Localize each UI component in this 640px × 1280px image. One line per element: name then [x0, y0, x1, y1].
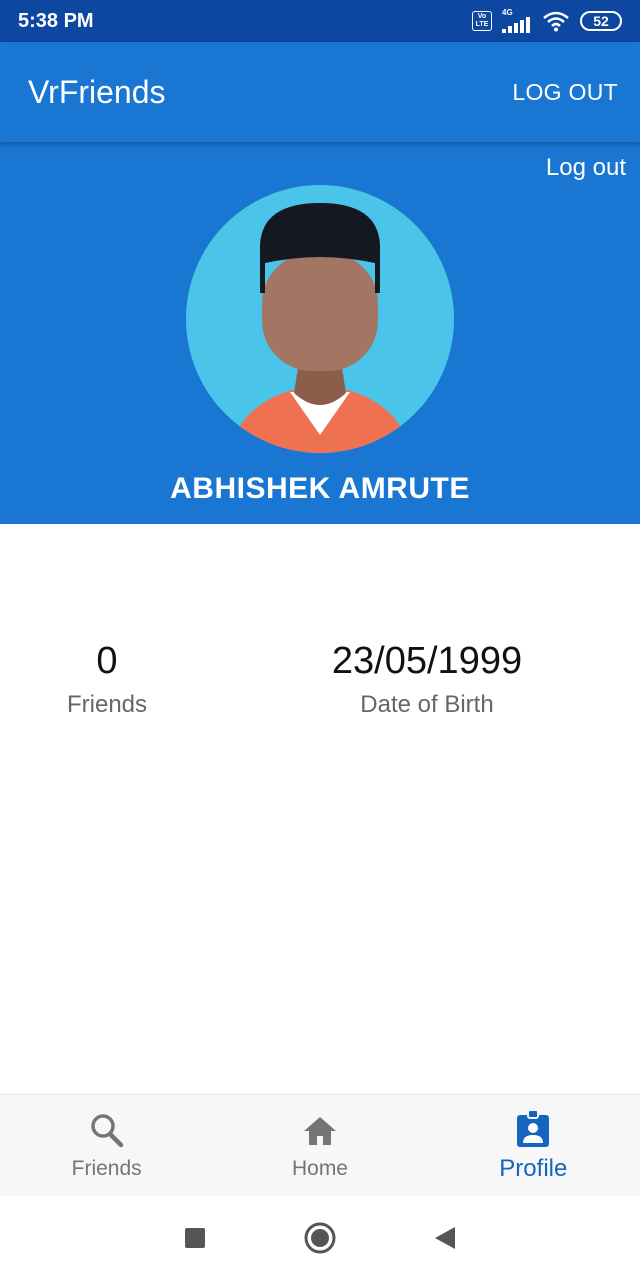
- avatar: [186, 185, 454, 453]
- home-icon: [303, 1116, 336, 1145]
- back-button[interactable]: [433, 1225, 457, 1251]
- network-type-text: 4G: [502, 8, 513, 17]
- logout-link[interactable]: Log out: [546, 154, 626, 182]
- dob-value: 23/05/1999: [331, 640, 523, 682]
- app-bar: VrFriends LOG OUT: [0, 42, 640, 142]
- system-nav-bar: [0, 1196, 640, 1280]
- nav-item-profile[interactable]: Profile: [427, 1095, 640, 1196]
- battery-icon: 52: [580, 11, 622, 31]
- signal-icon: 4G: [502, 9, 532, 33]
- nav-label-profile: Profile: [499, 1154, 568, 1182]
- circle-icon: [304, 1222, 336, 1254]
- nav-label-friends: Friends: [71, 1156, 142, 1180]
- nav-item-home[interactable]: Home: [213, 1095, 426, 1196]
- battery-level: 52: [593, 13, 609, 29]
- friends-label: Friends: [66, 691, 148, 718]
- status-bar: 5:38 PM Vo LTE 4G 52: [0, 0, 640, 42]
- profile-name: ABHISHEK AMRUTE: [170, 472, 470, 505]
- friends-stat: 0 Friends: [40, 640, 174, 719]
- dob-stat: 23/05/1999 Date of Birth: [290, 640, 564, 719]
- volte-bottom-text: LTE: [475, 21, 489, 28]
- back-triangle-icon: [435, 1227, 455, 1249]
- app-title: VrFriends: [28, 73, 166, 110]
- home-system-button[interactable]: [303, 1221, 337, 1255]
- friends-count: 0: [96, 640, 118, 682]
- volte-icon: Vo LTE: [472, 11, 492, 31]
- profile-header: Log out ABHISHEK AMRUTE: [0, 142, 640, 524]
- volte-top-text: Vo: [477, 13, 487, 20]
- nav-label-home: Home: [291, 1156, 348, 1180]
- bottom-nav: Friends Home Profile: [0, 1094, 640, 1196]
- status-time: 5:38 PM: [18, 9, 94, 32]
- recents-button[interactable]: [183, 1226, 207, 1250]
- logout-button[interactable]: LOG OUT: [512, 79, 618, 106]
- wifi-icon: [543, 11, 569, 32]
- search-icon: [90, 1113, 123, 1147]
- profile-badge-icon: [517, 1108, 550, 1147]
- status-icons: Vo LTE 4G 52: [472, 9, 622, 33]
- nav-item-friends[interactable]: Friends: [0, 1095, 213, 1196]
- square-icon: [185, 1228, 205, 1248]
- dob-label: Date of Birth: [360, 691, 494, 718]
